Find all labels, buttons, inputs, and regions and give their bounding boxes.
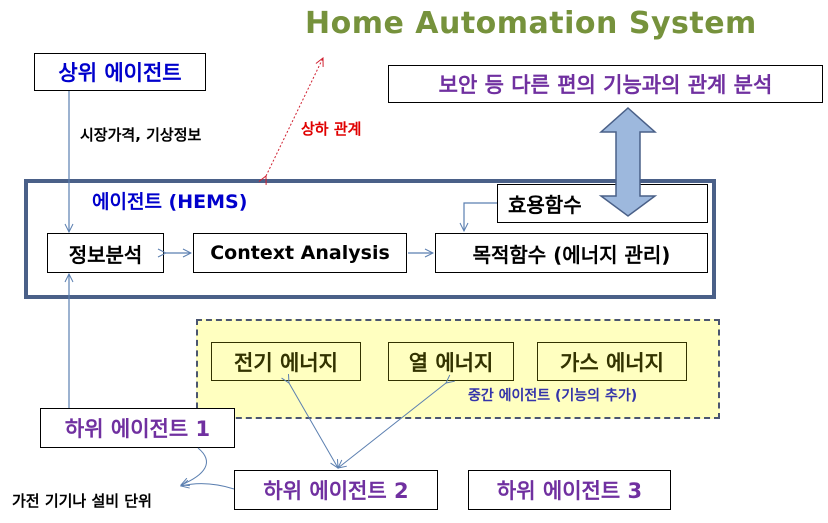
info-analysis-box: 정보분석 <box>47 233 164 273</box>
middle-agents-caption: 중간 에이전트 (기능의 추가) <box>468 388 638 404</box>
utility-function-label: 효용함수 <box>508 193 582 217</box>
electric-energy-box: 전기 에너지 <box>211 342 361 381</box>
diagram-title: Home Automation System <box>305 6 757 41</box>
context-analysis-box: Context Analysis <box>193 233 407 273</box>
lower-agent-3-box: 하위 에이전트 3 <box>468 470 671 510</box>
lower-agent-1-box: 하위 에이전트 1 <box>40 408 235 448</box>
heat-energy-box: 열 에너지 <box>388 342 514 381</box>
utility-function-box: 효용함수 <box>497 184 708 223</box>
hierarchy-relation-label: 상하 관계 <box>301 120 362 138</box>
objective-function-box: 목적함수 (에너지 관리) <box>435 233 708 273</box>
upper-agent-box: 상위 에이전트 <box>34 53 206 91</box>
gas-energy-box: 가스 에너지 <box>537 342 687 381</box>
market-info-label: 시장가격, 기상정보 <box>80 126 202 144</box>
lower2-appliance-arrow <box>181 484 235 490</box>
lower-agent-2-label: 하위 에이전트 2 <box>263 479 409 503</box>
gas-energy-label: 가스 에너지 <box>560 350 664 375</box>
security-analysis-label: 보안 등 다른 편의 기능과의 관계 분석 <box>438 73 773 97</box>
electric-energy-label: 전기 에너지 <box>234 350 338 375</box>
heat-energy-label: 열 에너지 <box>408 350 494 375</box>
hierarchy-relation-arrow <box>266 58 323 176</box>
upper-agent-label: 상위 에이전트 <box>58 61 182 85</box>
info-analysis-label: 정보분석 <box>68 242 143 267</box>
security-analysis-box: 보안 등 다른 편의 기능과의 관계 분석 <box>388 65 823 103</box>
lower1-appliance-arrow <box>181 447 207 485</box>
lower-agent-3-label: 하위 에이전트 3 <box>496 479 643 503</box>
lower-agent-2-box: 하위 에이전트 2 <box>234 470 438 510</box>
context-analysis-label: Context Analysis <box>210 242 390 264</box>
hems-agent-label: 에이전트 (HEMS) <box>92 191 248 213</box>
appliance-unit-label: 가전 기기나 설비 단위 <box>12 492 152 510</box>
objective-function-label: 목적함수 (에너지 관리) <box>472 242 671 267</box>
lower-agent-1-label: 하위 에이전트 1 <box>64 417 211 441</box>
